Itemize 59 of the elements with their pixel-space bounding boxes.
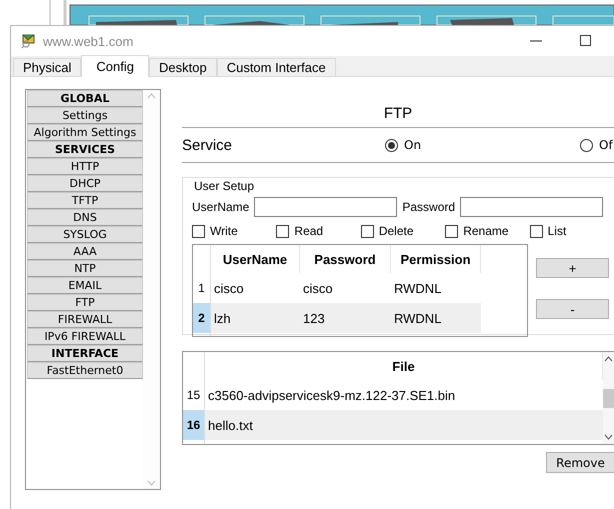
checkbox[interactable]: List — [530, 224, 614, 238]
remove-user-button[interactable]: - — [536, 299, 609, 319]
remove-button[interactable]: Remove — [546, 452, 614, 473]
checkbox[interactable]: Delete — [360, 224, 446, 238]
table-cell: 123 — [300, 303, 391, 333]
section-header[interactable]: SERVICES — [27, 141, 143, 158]
field-label: Password — [402, 200, 456, 214]
sidebar-item[interactable]: FTP — [27, 294, 143, 311]
scroll-thumb[interactable] — [603, 388, 614, 408]
tab[interactable]: Desktop — [149, 58, 217, 76]
checkbox[interactable]: Read — [276, 224, 361, 238]
checkbox[interactable]: Write — [192, 224, 276, 238]
row-number[interactable]: 16 — [183, 410, 205, 440]
sidebar-item[interactable]: Settings — [27, 107, 143, 124]
sidebar-item[interactable]: IPv6 FIREWALL — [27, 328, 143, 345]
sidebar-item[interactable]: DNS — [27, 209, 143, 226]
sidebar-item[interactable]: DHCP — [27, 175, 143, 192]
radio-button[interactable]: Of — [580, 138, 613, 152]
input-field[interactable] — [460, 197, 604, 217]
maximize-icon[interactable] — [580, 35, 592, 47]
panel-title: FTP — [182, 99, 614, 128]
input-field[interactable] — [254, 197, 398, 217]
row-number[interactable]: 2 — [193, 303, 211, 333]
section-header[interactable]: GLOBAL — [27, 90, 143, 107]
window-title: www.web1.com — [43, 34, 134, 48]
sidebar-item[interactable]: AAA — [27, 243, 143, 260]
sidebar-item[interactable]: FIREWALL — [27, 311, 143, 328]
column-header: Permission — [391, 245, 481, 273]
column-header: UserName — [211, 245, 300, 273]
scroll-up-icon[interactable] — [604, 356, 613, 362]
table-cell-text: c3560-advipservicesk9-mz.122-37.SE1.bin — [207, 386, 456, 405]
checkbox[interactable]: Rename — [445, 224, 530, 238]
sidebar-item[interactable]: Algorithm Settings — [27, 124, 143, 141]
add-button[interactable]: + — [536, 258, 609, 278]
group-legend: User Setup — [192, 179, 256, 193]
sidebar-item[interactable]: FastEthernet0 — [27, 362, 143, 379]
scroll-down-icon[interactable] — [604, 434, 613, 440]
sidebar-item[interactable]: HTTP — [27, 158, 143, 175]
radio-empty-icon[interactable] — [580, 138, 593, 152]
service-label: Service — [182, 136, 234, 154]
section-header[interactable]: INTERFACE — [27, 345, 143, 362]
sidebar-item[interactable]: EMAIL — [27, 277, 143, 294]
scrollbar[interactable] — [603, 352, 614, 444]
table-cell-text: cisco — [302, 280, 334, 298]
table-cell-text: cisco — [213, 280, 245, 298]
table-cell: hello.txt — [205, 410, 603, 440]
tab[interactable]: Physical — [13, 58, 82, 76]
sidebar-item[interactable]: TFTP — [27, 192, 143, 209]
table-cell-text: RWDNL — [393, 280, 442, 298]
tab[interactable]: Custom Interface — [216, 58, 336, 76]
radio-button[interactable]: On — [385, 138, 422, 152]
field-label: UserName — [192, 200, 250, 214]
table-cell: lzh — [211, 303, 300, 333]
sidebar-item[interactable]: NTP — [27, 260, 143, 277]
radio-selected-icon[interactable] — [385, 138, 398, 152]
table-cell: RWDNL — [391, 303, 481, 333]
sidebar-item[interactable]: SYSLOG — [27, 226, 143, 243]
tab[interactable]: Config — [81, 55, 149, 77]
column-header: Password — [300, 245, 391, 273]
